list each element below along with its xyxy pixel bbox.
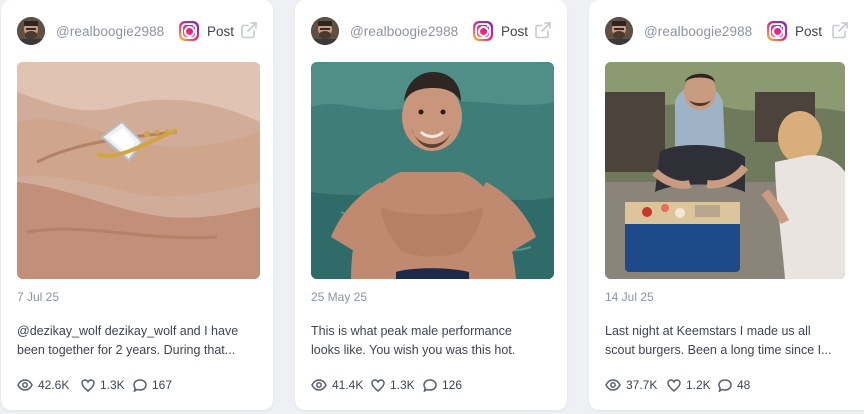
comments-stat: 126 [423, 376, 462, 394]
likes-count: 1.3K [100, 378, 125, 392]
views-stat: 42.6K [17, 376, 69, 394]
card-header: @realboogie2988 Post [311, 17, 553, 45]
avatar[interactable] [311, 17, 339, 45]
external-link-icon[interactable] [830, 20, 850, 40]
account-handle-link[interactable]: @realboogie2988 [56, 24, 164, 39]
post-type-label: Post [795, 24, 823, 39]
caption-line: looks like. You wish you was this hot. [311, 343, 516, 357]
post-caption: This is what peak male performance looks… [311, 322, 551, 360]
heart-icon [81, 378, 95, 392]
post-image[interactable] [311, 62, 554, 279]
post-image[interactable] [605, 62, 845, 279]
post-type-label: Post [207, 24, 235, 39]
views-count: 37.7K [626, 378, 658, 392]
comments-stat: 167 [133, 376, 172, 394]
avatar[interactable] [17, 17, 45, 45]
likes-count: 1.2K [686, 378, 711, 392]
eye-icon [605, 379, 621, 391]
comments-stat: 48 [718, 376, 750, 394]
external-link-icon[interactable] [239, 20, 259, 40]
caption-line: Last night at Keemstars I made us all [605, 324, 811, 338]
caption-line: been together for 2 years. During that..… [17, 343, 236, 357]
comments-count: 48 [737, 378, 751, 392]
comment-icon [133, 378, 147, 392]
card-header: @realboogie2988 Post [605, 17, 850, 45]
account-handle-link[interactable]: @realboogie2988 [644, 24, 752, 39]
instagram-icon [473, 21, 493, 41]
eye-icon [311, 379, 327, 391]
post-caption: @dezikay_wolf dezikay_wolf and I have be… [17, 322, 257, 360]
views-count: 41.4K [332, 378, 364, 392]
comments-count: 167 [152, 378, 173, 392]
post-date: 25 May 25 [311, 290, 368, 304]
views-count: 42.6K [38, 378, 70, 392]
post-card[interactable]: @realboogie2988 Post 7 Jul 25 @dezikay_w… [1, 0, 273, 410]
external-link-icon[interactable] [533, 20, 553, 40]
comments-count: 126 [442, 378, 463, 392]
avatar[interactable] [605, 17, 633, 45]
instagram-icon [767, 21, 787, 41]
account-handle-link[interactable]: @realboogie2988 [350, 24, 458, 39]
comment-icon [718, 378, 732, 392]
card-header: @realboogie2988 Post [17, 17, 259, 45]
comment-icon [423, 378, 437, 392]
likes-stat: 1.3K [81, 376, 125, 394]
caption-line: @dezikay_wolf dezikay_wolf and I have [17, 324, 239, 338]
instagram-icon [179, 21, 199, 41]
likes-stat: 1.2K [667, 376, 711, 394]
post-card[interactable]: @realboogie2988 Post 25 May 25 This is w… [295, 0, 567, 410]
heart-icon [667, 378, 681, 392]
eye-icon [17, 379, 33, 391]
post-date: 7 Jul 25 [17, 290, 60, 304]
views-stat: 37.7K [605, 376, 657, 394]
post-card[interactable]: @realboogie2988 Post 14 Jul 25 Last nigh… [589, 0, 864, 410]
post-type-label: Post [501, 24, 529, 39]
post-caption: Last night at Keemstars I made us all sc… [605, 322, 845, 360]
post-date: 14 Jul 25 [605, 290, 654, 304]
heart-icon [371, 378, 385, 392]
caption-line: scout burgers. Been a long time since I.… [605, 343, 832, 357]
caption-line: This is what peak male performance [311, 324, 512, 338]
likes-count: 1.3K [390, 378, 415, 392]
post-image[interactable] [17, 62, 260, 279]
likes-stat: 1.3K [371, 376, 415, 394]
views-stat: 41.4K [311, 376, 363, 394]
